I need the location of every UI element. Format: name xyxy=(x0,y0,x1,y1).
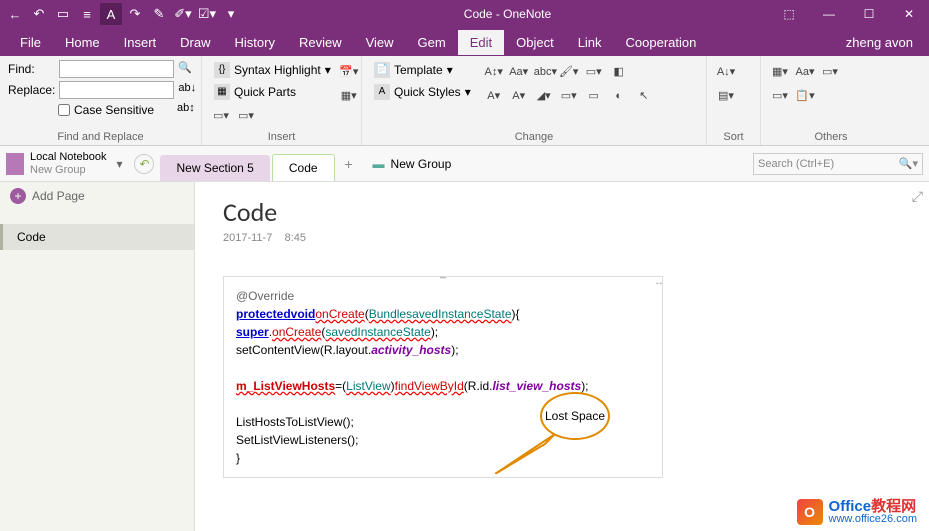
spellcheck-icon[interactable]: abc▾ xyxy=(533,60,555,82)
others-icon-3[interactable]: Aa▾ xyxy=(794,60,816,82)
search-icon[interactable]: 🔍 xyxy=(178,61,193,77)
group-icon: ▬ xyxy=(373,157,385,171)
add-page-button[interactable]: + Add Page xyxy=(0,182,194,210)
change-icon-1[interactable]: ▭▾ xyxy=(583,60,605,82)
font-size-icon[interactable]: A↕▾ xyxy=(483,60,505,82)
find-label: Find: xyxy=(8,62,55,76)
brush-icon[interactable]: ✎ xyxy=(148,3,170,25)
template-icon: 📄 xyxy=(374,62,390,78)
sort-asc-icon[interactable]: A↓▾ xyxy=(715,60,737,82)
user-name[interactable]: zheng avon xyxy=(846,35,921,50)
tab-cooperation[interactable]: Cooperation xyxy=(614,30,709,55)
plus-icon: + xyxy=(10,188,26,204)
tab-file[interactable]: File xyxy=(8,30,53,55)
search-icon: 🔍▾ xyxy=(899,157,918,170)
section-tab[interactable]: Code xyxy=(272,154,335,181)
change-icon-2[interactable]: ◧ xyxy=(608,60,630,82)
tab-insert[interactable]: Insert xyxy=(112,30,169,55)
tab-home[interactable]: Home xyxy=(53,30,112,55)
replace-input[interactable] xyxy=(59,81,174,99)
office-logo-icon: O xyxy=(797,499,823,525)
notebook-name: Local Notebook xyxy=(30,151,106,163)
code-icon: {} xyxy=(214,62,230,78)
tab-draw[interactable]: Draw xyxy=(168,30,222,55)
undo-icon[interactable]: ↶ xyxy=(28,3,50,25)
replace-label: Replace: xyxy=(8,83,55,97)
sort-icon-2[interactable]: ▤▾ xyxy=(715,84,737,106)
template-button[interactable]: 📄Template▾ xyxy=(370,60,475,80)
expand-icon[interactable]: ⤢ xyxy=(912,188,923,205)
group-others: Others xyxy=(761,131,901,143)
font-icon[interactable]: Aa▾ xyxy=(508,60,530,82)
code-container[interactable]: ┅ ↔ @Override protectedvoidonCreate(Bund… xyxy=(223,276,663,478)
qat-more-icon[interactable]: ▾ xyxy=(220,3,242,25)
group-sort: Sort xyxy=(707,131,760,143)
page-item[interactable]: Code xyxy=(0,224,194,250)
resize-icon[interactable]: ↔ xyxy=(654,275,664,290)
close-icon[interactable]: ✕ xyxy=(889,0,929,28)
fill-icon[interactable]: ◢▾ xyxy=(533,84,555,106)
check-icon[interactable]: ☑▾ xyxy=(196,3,218,25)
paint-icon[interactable]: 🖌▾ xyxy=(558,60,580,82)
parts-icon: ▦ xyxy=(214,84,230,100)
others-icon-4[interactable]: 📋▾ xyxy=(794,84,816,106)
tab-history[interactable]: History xyxy=(223,30,287,55)
tab-link[interactable]: Link xyxy=(566,30,614,55)
tab-gem[interactable]: Gem xyxy=(406,30,458,55)
group-change: Change xyxy=(362,131,706,143)
others-icon-5[interactable]: ▭▾ xyxy=(819,60,841,82)
tab-edit[interactable]: Edit xyxy=(458,30,504,55)
cursor-icon[interactable]: ↖ xyxy=(633,84,655,106)
notebook-icon xyxy=(6,153,24,175)
marker-icon[interactable]: ✐▾ xyxy=(172,3,194,25)
list-icon[interactable]: ≡ xyxy=(76,3,98,25)
group-insert: Insert xyxy=(202,131,361,143)
quick-styles-button[interactable]: AQuick Styles▾ xyxy=(370,82,475,102)
change-icon-4[interactable]: ▭ xyxy=(583,84,605,106)
add-section-button[interactable]: + xyxy=(337,156,361,172)
new-group-tab[interactable]: ▬ New Group xyxy=(361,151,464,177)
section-tab[interactable]: New Section 5 xyxy=(160,155,269,181)
calendar-icon[interactable]: 📅▾ xyxy=(338,60,360,82)
page-title[interactable]: Code xyxy=(223,196,901,228)
change-icon-3[interactable]: ▭▾ xyxy=(558,84,580,106)
case-sensitive-checkbox[interactable] xyxy=(58,104,70,116)
table-icon[interactable]: ▦▾ xyxy=(338,84,360,106)
notebook-selector[interactable]: Local Notebook New Group ▾ xyxy=(0,151,128,175)
back-icon[interactable]: ← xyxy=(4,3,26,25)
watermark: O Office教程网 www.office26.com xyxy=(797,499,917,525)
case-sensitive-label: Case Sensitive xyxy=(74,103,154,117)
minimize-icon[interactable]: — xyxy=(809,0,849,28)
notebook-group: New Group xyxy=(30,164,106,176)
tab-review[interactable]: Review xyxy=(287,30,354,55)
window-title: Code - OneNote xyxy=(246,7,769,21)
maximize-icon[interactable]: ☐ xyxy=(849,0,889,28)
quick-parts-button[interactable]: ▦Quick Parts xyxy=(210,82,335,102)
ribbon-toggle-icon[interactable]: ⬚ xyxy=(769,0,809,28)
insert-icon-1[interactable]: ▭▾ xyxy=(210,104,232,126)
nav-back-button[interactable]: ↶ xyxy=(134,154,154,174)
page-date: 2017-11-7 8:45 xyxy=(223,232,901,244)
dock-icon[interactable]: ▭ xyxy=(52,3,74,25)
tab-object[interactable]: Object xyxy=(504,30,566,55)
highlight-color-icon[interactable]: A▾ xyxy=(508,84,530,106)
change-icon-5[interactable]: ◐ xyxy=(608,84,630,106)
replace-all-icon[interactable]: ab↕ xyxy=(177,102,193,118)
highlight-icon[interactable]: A xyxy=(100,3,122,25)
chevron-down-icon: ▾ xyxy=(116,157,122,171)
group-find-replace: Find and Replace xyxy=(0,131,201,143)
others-icon-2[interactable]: ▭▾ xyxy=(769,84,791,106)
redo-icon[interactable]: ↷ xyxy=(124,3,146,25)
tab-view[interactable]: View xyxy=(354,30,406,55)
insert-icon-2[interactable]: ▭▾ xyxy=(235,104,257,126)
replace-next-icon[interactable]: ab↓ xyxy=(178,82,194,98)
search-input[interactable]: Search (Ctrl+E) 🔍▾ xyxy=(753,153,923,175)
others-icon-1[interactable]: ▦▾ xyxy=(769,60,791,82)
styles-icon: A xyxy=(374,84,390,100)
find-input[interactable] xyxy=(59,60,174,78)
font-color-icon[interactable]: A▾ xyxy=(483,84,505,106)
drag-handle-icon[interactable]: ┅ xyxy=(440,271,446,286)
syntax-highlight-button[interactable]: {}Syntax Highlight▾ xyxy=(210,60,335,80)
callout-lost-space: Lost Space xyxy=(540,392,610,440)
